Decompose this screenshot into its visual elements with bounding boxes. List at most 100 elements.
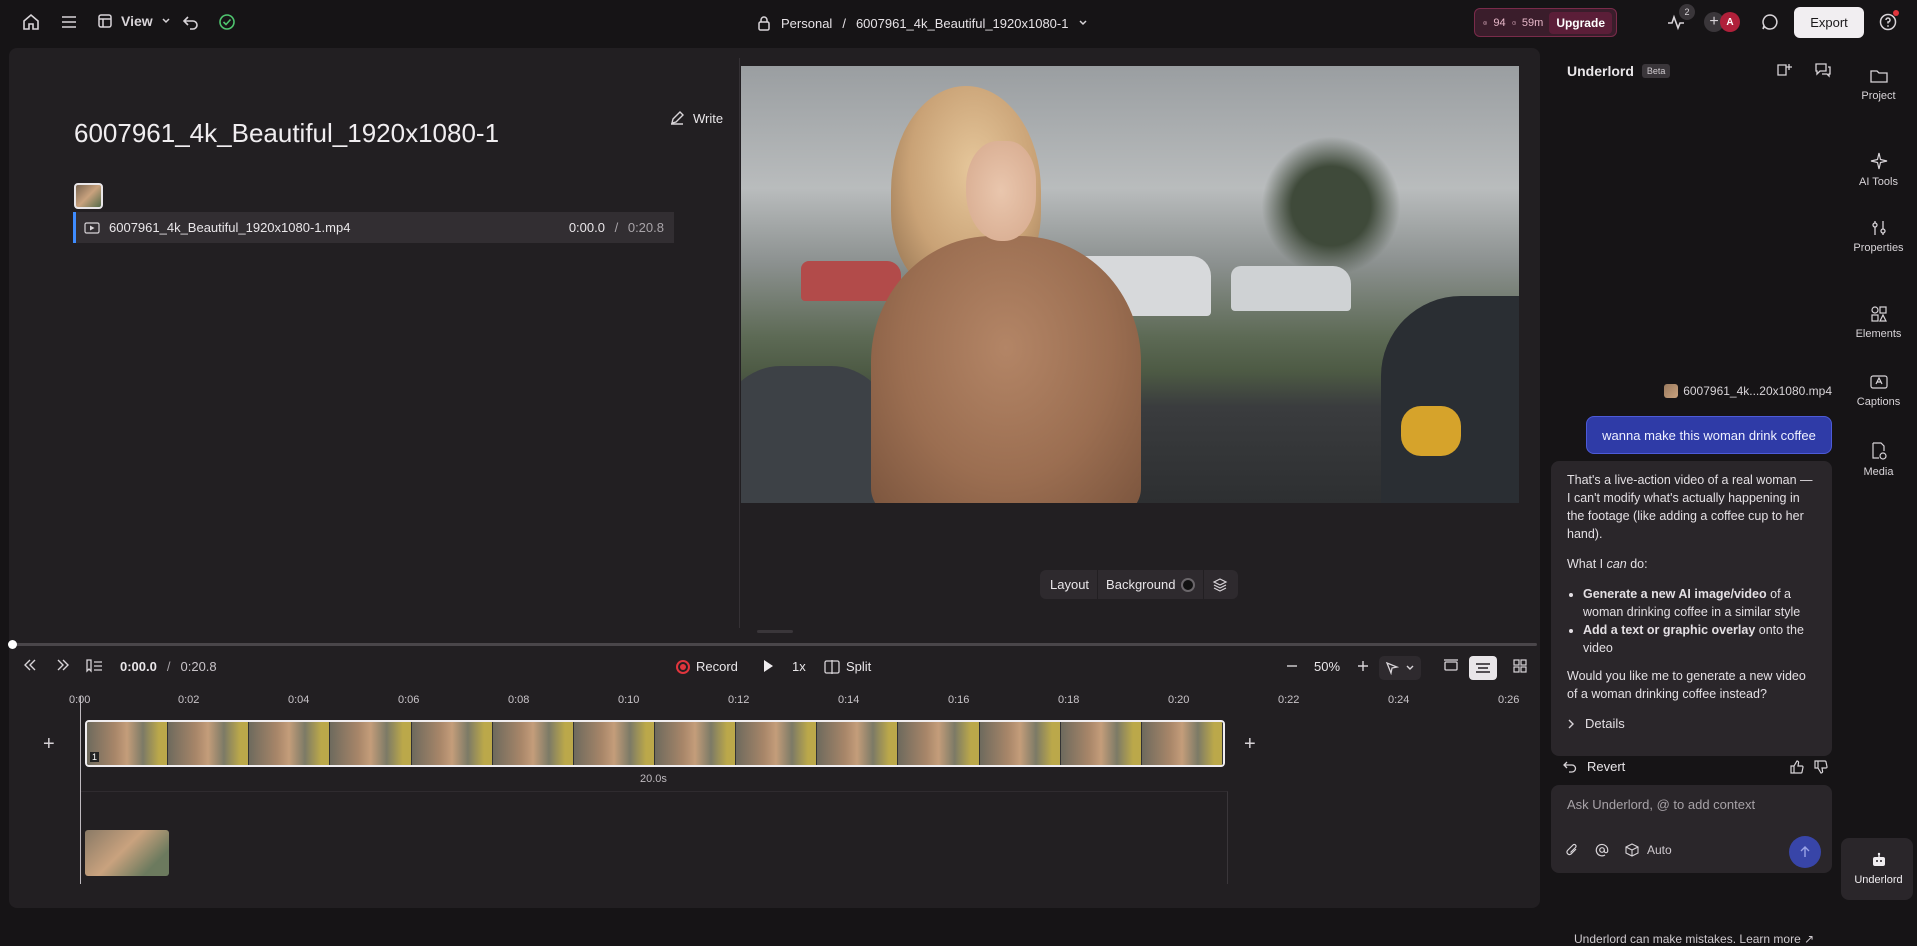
robot-icon <box>1872 852 1885 866</box>
lock-icon <box>758 16 770 31</box>
clip-thumbnail[interactable] <box>74 183 103 209</box>
add-track-after-icon[interactable]: + <box>1244 733 1256 756</box>
chat-input-box: Ask Underlord, @ to add context Auto <box>1551 785 1832 923</box>
project-name[interactable]: 6007961_4k_Beautiful_1920x1080-1 <box>856 16 1069 31</box>
background-button[interactable]: Background <box>1100 577 1181 592</box>
attached-file-chip[interactable]: 6007961_4k...20x1080.mp4 <box>1647 384 1832 398</box>
preview-car <box>1231 266 1351 311</box>
credits-badge[interactable]: 94 59m Upgrade <box>1474 8 1617 37</box>
clip-time-current: 0:00.0 <box>568 220 605 235</box>
timeline-ruler[interactable]: 0:00 0:02 0:04 0:06 0:08 0:10 0:12 0:14 … <box>69 694 1540 710</box>
rail-item-label: Media <box>1863 466 1894 478</box>
ruler-tick: 0:22 <box>1278 694 1300 706</box>
rail-item-project[interactable]: Project <box>1840 68 1917 102</box>
video-preview[interactable] <box>741 66 1519 503</box>
rail-item-elements[interactable]: Elements <box>1840 306 1917 340</box>
rail-item-media[interactable]: Media <box>1840 442 1917 478</box>
new-chat-icon[interactable] <box>1775 62 1793 83</box>
scrubber-handle[interactable] <box>8 640 17 649</box>
transport-controls: 0:00.0 / 0:20.8 Record 1x Split 50% <box>9 654 1540 684</box>
chat-input[interactable]: Ask Underlord, @ to add context Auto <box>1551 785 1832 873</box>
rail-item-properties[interactable]: Properties <box>1840 220 1917 254</box>
list-item-bold: Generate a new AI image/video <box>1583 587 1767 601</box>
export-button[interactable]: Export <box>1794 7 1864 38</box>
sparkle-icon <box>1870 152 1887 170</box>
script-clip-row[interactable]: 6007961_4k_Beautiful_1920x1080-1.mp4 0:0… <box>73 212 674 243</box>
pane-divider[interactable] <box>739 58 740 628</box>
playhead[interactable] <box>80 696 81 884</box>
record-icon <box>676 659 690 674</box>
layers-icon[interactable] <box>1206 577 1234 593</box>
mention-icon[interactable] <box>1595 843 1609 857</box>
text-fragment: do: <box>1626 557 1648 571</box>
resize-handle[interactable] <box>757 630 793 633</box>
chapters-icon[interactable] <box>85 659 103 673</box>
write-button[interactable]: Write <box>669 110 723 126</box>
play-icon[interactable] <box>761 659 775 673</box>
preview-palm <box>1261 136 1401 276</box>
split-label: Split <box>846 659 872 674</box>
paperclip-icon[interactable] <box>1565 843 1579 857</box>
clip-index-badge: 1 <box>90 752 100 762</box>
grid-view-icon[interactable] <box>1513 659 1527 673</box>
view-label: View <box>121 13 153 29</box>
view-menu-button[interactable]: View <box>97 13 171 29</box>
fit-timeline-icon[interactable] <box>1443 659 1459 673</box>
ruler-tick: 0:20 <box>1168 694 1190 706</box>
beta-badge: Beta <box>1641 64 1671 78</box>
rail-item-ai-tools[interactable]: AI Tools <box>1840 152 1917 188</box>
upgrade-button[interactable]: Upgrade <box>1549 11 1612 34</box>
avatar[interactable]: A <box>1720 12 1740 32</box>
rail-item-label: AI Tools <box>1859 176 1898 188</box>
video-track-clip[interactable]: 1 <box>85 720 1225 767</box>
revert-button[interactable]: Revert <box>1563 759 1625 774</box>
rail-item-underlord[interactable]: Underlord <box>1840 852 1917 886</box>
add-track-before-icon[interactable]: + <box>43 733 55 756</box>
skip-back-icon[interactable] <box>23 659 37 671</box>
saved-check-icon <box>218 13 236 31</box>
document-title[interactable]: 6007961_4k_Beautiful_1920x1080-1 <box>74 118 499 149</box>
track-view-toggle[interactable] <box>1469 656 1497 680</box>
breadcrumb[interactable]: Personal / 6007961_4k_Beautiful_1920x108… <box>757 11 1088 35</box>
disclaimer[interactable]: Underlord can make mistakes. Learn more … <box>1574 932 1814 946</box>
workspace-name[interactable]: Personal <box>781 16 832 31</box>
scrubber-track[interactable] <box>13 643 1537 646</box>
cube-icon <box>1625 843 1639 857</box>
chevron-down-icon[interactable] <box>1078 18 1088 28</box>
details-toggle[interactable]: Details <box>1567 715 1816 733</box>
record-button[interactable]: Record <box>676 659 738 674</box>
layout-button[interactable]: Layout <box>1044 577 1095 592</box>
playback-time-total: 0:20.8 <box>180 659 217 674</box>
ruler-tick: 0:02 <box>178 694 200 706</box>
zoom-out-icon[interactable] <box>1285 659 1299 673</box>
rail-item-label: Project <box>1861 90 1896 102</box>
text-emphasis: can <box>1606 557 1627 571</box>
send-button[interactable] <box>1789 836 1821 868</box>
thumbs-down-icon[interactable] <box>1814 759 1828 774</box>
chat-history-icon[interactable] <box>1814 62 1832 83</box>
comments-icon[interactable] <box>1761 13 1779 31</box>
clip-duration-label: 20.0s <box>640 773 667 785</box>
home-icon[interactable] <box>22 13 40 31</box>
select-tool-button[interactable] <box>1379 656 1421 680</box>
background-color-swatch[interactable] <box>1181 577 1196 592</box>
split-button[interactable]: Split <box>824 659 871 674</box>
timer-icon <box>1511 20 1516 25</box>
scene-lane[interactable] <box>80 791 1228 884</box>
revert-label: Revert <box>1587 759 1626 774</box>
menu-icon[interactable] <box>60 13 78 31</box>
rail-item-label: Underlord <box>1854 874 1903 886</box>
rail-item-captions[interactable]: Captions <box>1840 374 1917 408</box>
skip-forward-icon[interactable] <box>56 659 70 671</box>
zoom-in-icon[interactable] <box>1356 659 1370 673</box>
chevron-right-icon <box>1568 719 1574 729</box>
preview-car <box>741 366 891 503</box>
assistant-paragraph: Would you like me to generate a new vide… <box>1567 669 1806 701</box>
model-selector[interactable]: Auto <box>1625 843 1672 857</box>
undo-icon[interactable] <box>182 13 200 31</box>
playback-speed[interactable]: 1x <box>792 659 806 674</box>
revert-icon <box>1563 761 1577 773</box>
thumbs-up-icon[interactable] <box>1790 759 1804 774</box>
scene-thumbnail[interactable] <box>85 830 169 876</box>
pen-icon <box>671 111 684 125</box>
